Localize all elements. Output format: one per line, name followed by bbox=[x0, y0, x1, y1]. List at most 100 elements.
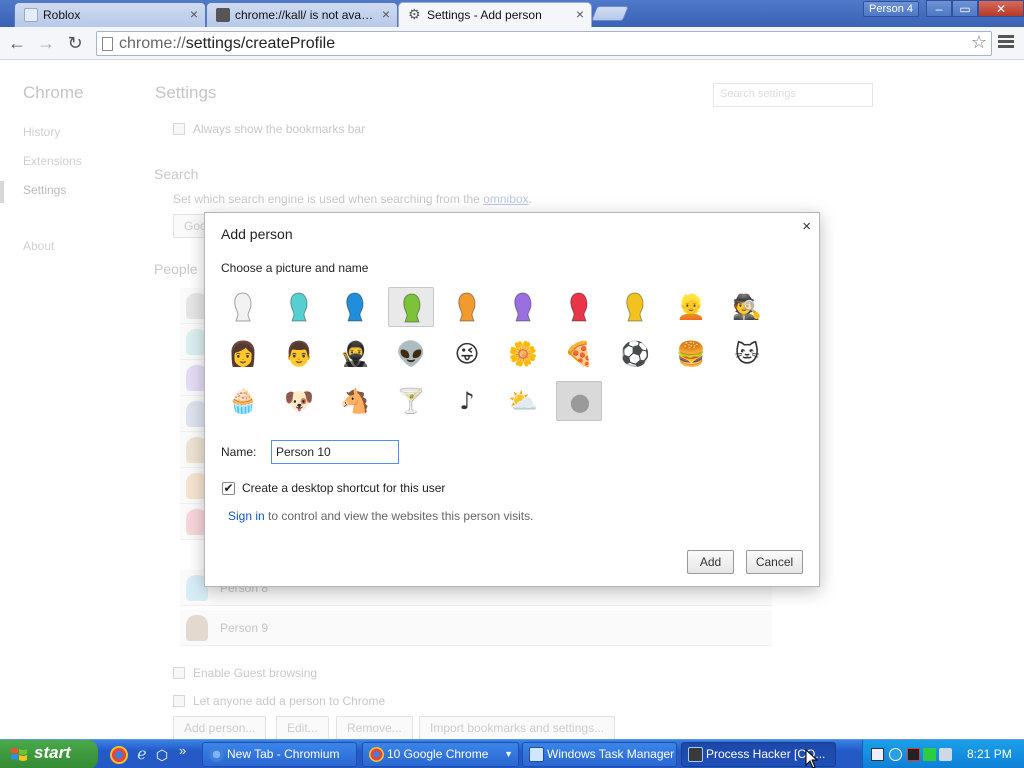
person-row[interactable]: Person 9 bbox=[180, 610, 772, 646]
chrome-icon[interactable] bbox=[110, 746, 128, 764]
ninja-man-avatar[interactable]: 🕵 bbox=[724, 287, 770, 327]
dialog-subtitle: Choose a picture and name bbox=[221, 261, 369, 275]
anyone-add-label: Let anyone add a person to Chrome bbox=[193, 694, 386, 708]
dog-avatar[interactable]: 🐶 bbox=[276, 381, 322, 421]
import-bookmarks-button[interactable]: Import bookmarks and settings... bbox=[419, 716, 616, 740]
network-icon[interactable] bbox=[939, 748, 952, 761]
desktop-shortcut-label: Create a desktop shortcut for this user bbox=[242, 481, 446, 495]
url-scheme: chrome:// bbox=[119, 35, 186, 52]
cocktail-avatar[interactable]: 🍸 bbox=[388, 381, 434, 421]
teal-person-avatar[interactable] bbox=[276, 287, 322, 327]
flower-avatar[interactable]: 🌼 bbox=[500, 334, 546, 374]
woman-sunglasses-avatar[interactable]: 👩 bbox=[220, 334, 266, 374]
businessman-icon: 👱 bbox=[676, 293, 706, 321]
cube-icon[interactable]: ⬡ bbox=[153, 746, 171, 764]
alien-avatar[interactable]: 👽 bbox=[388, 334, 434, 374]
purple-person-avatar[interactable] bbox=[500, 287, 546, 327]
guest-browsing-checkbox[interactable] bbox=[173, 667, 185, 679]
omnibox-url[interactable]: chrome://settings/createProfile bbox=[119, 35, 335, 53]
white-person-avatar[interactable] bbox=[220, 287, 266, 327]
bookmark-star-icon[interactable]: ☆ bbox=[971, 32, 987, 53]
generic-silhouette-avatar[interactable]: ● bbox=[556, 381, 602, 421]
gear-icon: ⚙ bbox=[408, 6, 421, 22]
green-status-icon[interactable] bbox=[923, 748, 936, 761]
reload-button[interactable]: ↻ bbox=[64, 33, 86, 53]
task-google-chrome-group[interactable]: 10 Google Chrome ▼ bbox=[362, 742, 519, 767]
red-person-avatar[interactable] bbox=[556, 287, 602, 327]
soccer-ball-icon: ⚽ bbox=[620, 340, 650, 368]
windows-logo-icon bbox=[11, 748, 27, 761]
flower-icon: 🌼 bbox=[508, 340, 538, 368]
businessman-avatar[interactable]: 👱 bbox=[668, 287, 714, 327]
man-avatar[interactable]: 👨 bbox=[276, 334, 322, 374]
close-tab-icon[interactable]: × bbox=[382, 6, 390, 22]
green-person-avatar[interactable] bbox=[388, 287, 434, 327]
name-input[interactable] bbox=[271, 440, 399, 464]
nav-item-settings[interactable]: Settings bbox=[23, 183, 66, 197]
internet-explorer-icon[interactable]: ℯ bbox=[133, 746, 151, 764]
keyboard-icon[interactable] bbox=[871, 748, 884, 761]
sign-in-description: to control and view the websites this pe… bbox=[268, 509, 534, 523]
browser-toolbar: ← → ↻ chrome://settings/createProfile ☆ bbox=[0, 27, 1024, 60]
close-icon[interactable]: × bbox=[802, 218, 811, 235]
search-settings-input[interactable]: Search settings bbox=[713, 83, 873, 107]
add-person-button[interactable]: Add person... bbox=[173, 716, 267, 740]
anyone-add-checkbox[interactable] bbox=[173, 695, 185, 707]
profile-badge[interactable]: Person 4 bbox=[863, 1, 919, 17]
task-manager-icon bbox=[529, 747, 544, 762]
woman-sunglasses-icon: 👩 bbox=[228, 340, 258, 368]
graph-monitor-icon[interactable] bbox=[907, 748, 920, 761]
tab-settings-add-person[interactable]: ⚙ Settings - Add person × bbox=[398, 2, 592, 27]
sun-cloud-avatar[interactable]: ⛅ bbox=[500, 381, 546, 421]
cupcake-avatar[interactable]: 🧁 bbox=[220, 381, 266, 421]
close-tab-icon[interactable]: × bbox=[190, 6, 198, 22]
close-tab-icon[interactable]: × bbox=[576, 6, 584, 22]
sign-in-link[interactable]: Sign in bbox=[228, 509, 265, 523]
ninja-avatar[interactable]: 🥷 bbox=[332, 334, 378, 374]
desktop-shortcut-checkbox[interactable]: ✔ bbox=[222, 482, 235, 495]
pizza-avatar[interactable]: 🍕 bbox=[556, 334, 602, 374]
person-silhouette-icon bbox=[290, 292, 308, 322]
name-label: Name: bbox=[221, 445, 257, 459]
tab-kall[interactable]: chrome://kall/ is not available × bbox=[206, 2, 398, 27]
omnibox[interactable]: chrome://settings/createProfile ☆ bbox=[96, 31, 992, 56]
smiley-avatar[interactable]: 😜 bbox=[444, 334, 490, 374]
omnibox-link[interactable]: omnibox bbox=[483, 192, 528, 206]
page-icon bbox=[216, 8, 230, 22]
back-button[interactable]: ← bbox=[6, 33, 28, 53]
burger-avatar[interactable]: 🍔 bbox=[668, 334, 714, 374]
cancel-button[interactable]: Cancel bbox=[746, 550, 803, 574]
tab-roblox[interactable]: Roblox × bbox=[14, 2, 206, 27]
add-button[interactable]: Add bbox=[687, 550, 734, 574]
back-arrow-icon[interactable] bbox=[889, 748, 902, 761]
url-path: settings/createProfile bbox=[185, 35, 336, 52]
start-button[interactable]: start bbox=[0, 740, 98, 768]
bookmarks-bar-checkbox[interactable] bbox=[173, 123, 185, 135]
chrome-menu-icon[interactable] bbox=[998, 33, 1014, 51]
soccer-ball-avatar[interactable]: ⚽ bbox=[612, 334, 658, 374]
nav-item-history[interactable]: History bbox=[23, 125, 60, 139]
orange-person-avatar[interactable] bbox=[444, 287, 490, 327]
search-heading: Search bbox=[154, 166, 199, 182]
more-quicklaunch-icon[interactable]: » bbox=[179, 743, 197, 761]
person-silhouette-icon bbox=[346, 292, 364, 322]
new-tab-button[interactable] bbox=[590, 6, 630, 21]
nav-selected-indicator bbox=[0, 181, 4, 203]
music-note-avatar[interactable]: ♪ bbox=[444, 381, 490, 421]
blue-person-avatar[interactable] bbox=[332, 287, 378, 327]
cat-avatar[interactable]: 🐱 bbox=[724, 334, 770, 374]
page-icon bbox=[102, 37, 113, 51]
edit-person-button[interactable]: Edit... bbox=[276, 716, 329, 740]
remove-person-button[interactable]: Remove... bbox=[336, 716, 413, 740]
horse-avatar[interactable]: 🐴 bbox=[332, 381, 378, 421]
task-windows-task-manager[interactable]: Windows Task Manager bbox=[522, 742, 677, 767]
task-new-tab-chromium[interactable]: New Tab - Chromium bbox=[202, 742, 357, 767]
forward-button[interactable]: → bbox=[35, 33, 57, 53]
minimize-button[interactable]: – bbox=[926, 0, 952, 17]
nav-item-extensions[interactable]: Extensions bbox=[23, 154, 82, 168]
yellow-person-avatar[interactable] bbox=[612, 287, 658, 327]
nav-item-about[interactable]: About bbox=[23, 239, 54, 253]
window-close-button[interactable]: ✕ bbox=[978, 0, 1024, 17]
horse-icon: 🐴 bbox=[340, 387, 370, 415]
maximize-button[interactable]: ▭ bbox=[952, 0, 978, 17]
